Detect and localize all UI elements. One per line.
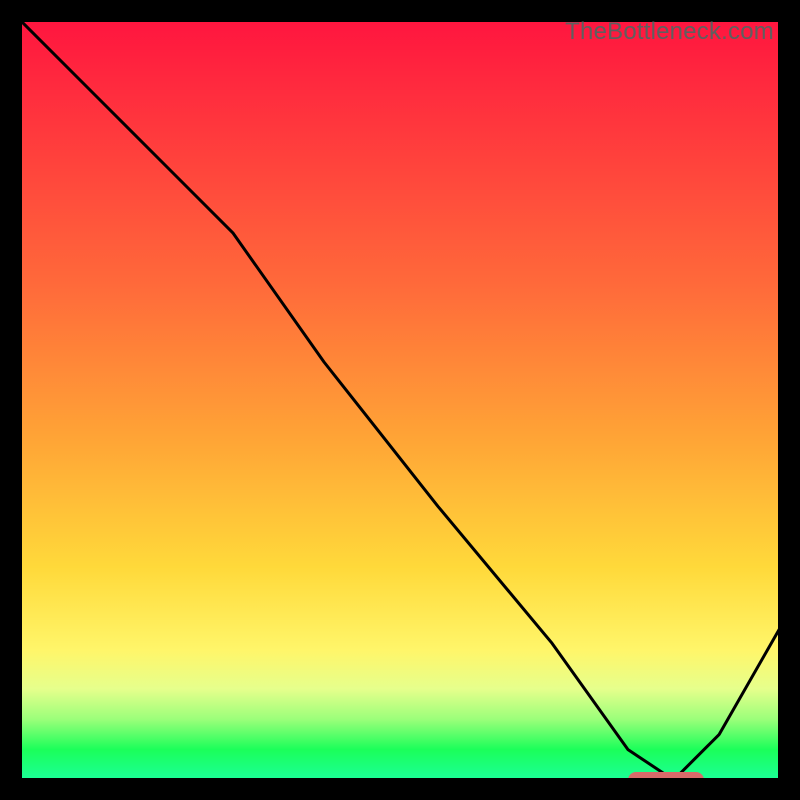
watermark-text: TheBottleneck.com [565, 18, 774, 46]
chart-frame: TheBottleneck.com [20, 20, 780, 780]
plot-layer [20, 20, 780, 780]
bottleneck-curve [20, 20, 780, 780]
